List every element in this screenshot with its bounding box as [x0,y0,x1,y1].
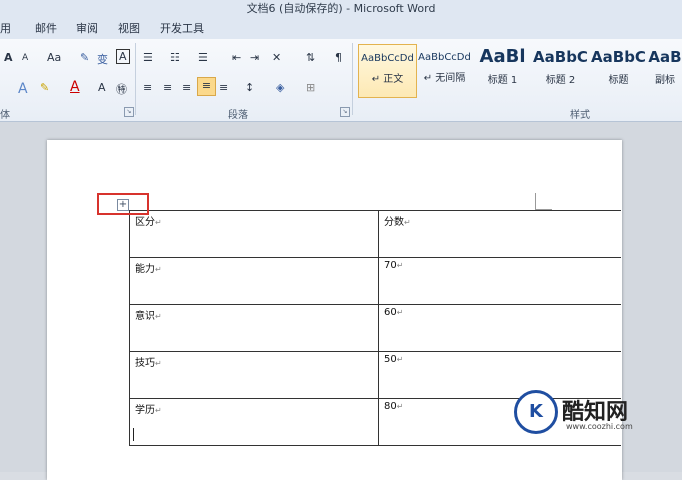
cell-end-mark: ↵ [396,308,404,317]
table-cell[interactable]: 能力↵ [129,257,379,305]
enclose-char-icon[interactable]: ㊕ [116,81,127,97]
cell-end-mark: ↵ [396,261,404,270]
cell-text: 50 [384,354,397,365]
ribbon: A A Aa ✎ 变 A A ✎ A A ㊕ 体 ↘ ☰ ☷ ☰ ⇤ ⇥ ✕ ⇅… [0,39,682,122]
table-cell[interactable]: 区分↵ [129,210,379,258]
table-cell[interactable]: 分数↵ [378,210,621,258]
table-row: 能力↵ 70↵ [129,257,621,305]
numbering-icon[interactable]: ☷ [170,51,180,64]
cell-end-mark: ↵ [396,402,404,411]
style-name: 标题 1 [487,75,518,86]
grow-font-button[interactable]: A [4,51,13,64]
font-color-icon[interactable]: A [70,79,80,95]
style-sample: AaBl [479,46,526,67]
line-spacing-icon[interactable]: ↕ [245,81,254,94]
cell-text: 60 [384,307,397,318]
paragraph-group-label: 段落 [228,110,248,121]
margin-corner-mark [535,193,552,210]
table-cell[interactable]: 70↵ [378,257,621,305]
divider [135,43,136,115]
cell-end-mark: ↵ [155,359,162,368]
styles-group-label: 样式 [570,110,590,121]
bullets-icon[interactable]: ☰ [143,51,153,64]
paragraph-dialog-launcher-icon[interactable]: ↘ [340,107,350,117]
paragraph-shading-icon[interactable]: ◈ [276,81,284,94]
cell-end-mark: ↵ [155,265,162,274]
window-title: 文档6 (自动保存的) - Microsoft Word [246,2,436,15]
cell-text: 区分 [135,217,155,228]
align-center-icon[interactable]: ≡ [163,81,172,94]
text-effect-icon[interactable]: A [18,81,28,97]
cell-text: 能力 [135,264,155,275]
style-sample: AaBbCcDd [361,53,414,64]
char-border-button[interactable]: A [116,49,130,64]
highlight-icon[interactable]: ✎ [40,81,49,94]
style-heading-1[interactable]: AaBl 标题 1 [474,44,531,96]
cell-text: 80 [384,401,397,412]
cell-text: 70 [384,260,397,271]
tab-view[interactable]: 视图 [118,20,140,36]
style-name: 标题 2 [545,75,576,86]
increase-indent-icon[interactable]: ⇥ [250,51,259,64]
show-marks-icon[interactable]: ¶ [335,51,342,64]
align-right-icon[interactable]: ≡ [182,81,191,94]
borders-icon[interactable]: ⊞ [306,81,315,94]
style-normal[interactable]: AaBbCcDd ↵ 正文 [358,44,417,98]
style-sample: AaB [648,48,682,66]
cell-end-mark: ↵ [404,218,411,227]
font-dialog-launcher-icon[interactable]: ↘ [124,107,134,117]
highlight-box [97,193,149,215]
table-row: 区分↵ 分数↵ [129,210,621,258]
style-name: 标题 [608,75,629,86]
cell-text: 意识 [135,311,155,322]
watermark-logo-icon: K [514,390,558,434]
style-title[interactable]: AaBbC 标题 [590,44,647,96]
style-sample: AaBbC [533,48,588,66]
tab-partial[interactable]: 用 [0,20,11,36]
cell-text: 技巧 [135,358,155,369]
cell-text: 学历 [135,405,155,416]
watermark: K 酷知网 www.coozhi.com [502,384,672,442]
table-cell[interactable]: 意识↵ [129,304,379,352]
cell-end-mark: ↵ [155,312,162,321]
style-name: ↵ 无间隔 [423,73,466,84]
style-sample: AaBbCcDd [418,52,471,63]
style-sample: AaBbC [591,48,646,66]
style-name: ↵ 正文 [371,74,404,85]
font-group-label: 体 [0,110,10,121]
style-no-spacing[interactable]: AaBbCcDd ↵ 无间隔 [416,44,473,96]
sort-icon[interactable]: ⇅ [306,51,315,64]
title-bar: 文档6 (自动保存的) - Microsoft Word [0,0,682,17]
distributed-icon[interactable]: ≡ [219,81,228,94]
table-cell[interactable]: 技巧↵ [129,351,379,399]
shading-icon[interactable]: A [98,81,106,94]
align-left-icon[interactable]: ≡ [143,81,152,94]
clear-format-icon[interactable]: ✎ [80,51,89,64]
tab-review[interactable]: 审阅 [76,20,98,36]
multilevel-list-icon[interactable]: ☰ [198,51,208,64]
tab-mailings[interactable]: 邮件 [35,20,57,36]
phonetic-guide-button[interactable]: 变 [97,51,108,67]
cell-text: 分数 [384,217,404,228]
cell-end-mark: ↵ [396,355,404,364]
asian-layout-icon[interactable]: ✕ [272,51,281,64]
table-cell[interactable]: 学历↵ [129,398,379,446]
cell-end-mark: ↵ [155,218,162,227]
shrink-font-button[interactable]: A [22,53,28,63]
ribbon-tabs: 用 邮件 审阅 视图 开发工具 [0,17,682,39]
style-heading-2[interactable]: AaBbC 标题 2 [532,44,589,96]
justify-icon[interactable]: ≡ [197,77,216,96]
change-case-button[interactable]: Aa [47,51,61,64]
table-row: 意识↵ 60↵ [129,304,621,352]
style-subtitle[interactable]: AaB 副标 [648,44,682,96]
cell-end-mark: ↵ [155,406,162,415]
table-cell[interactable]: 60↵ [378,304,621,352]
watermark-url: www.coozhi.com [566,422,633,431]
divider [352,43,353,115]
style-name: 副标 [655,75,675,86]
tab-developer[interactable]: 开发工具 [160,20,204,36]
text-cursor [133,428,134,441]
decrease-indent-icon[interactable]: ⇤ [232,51,241,64]
